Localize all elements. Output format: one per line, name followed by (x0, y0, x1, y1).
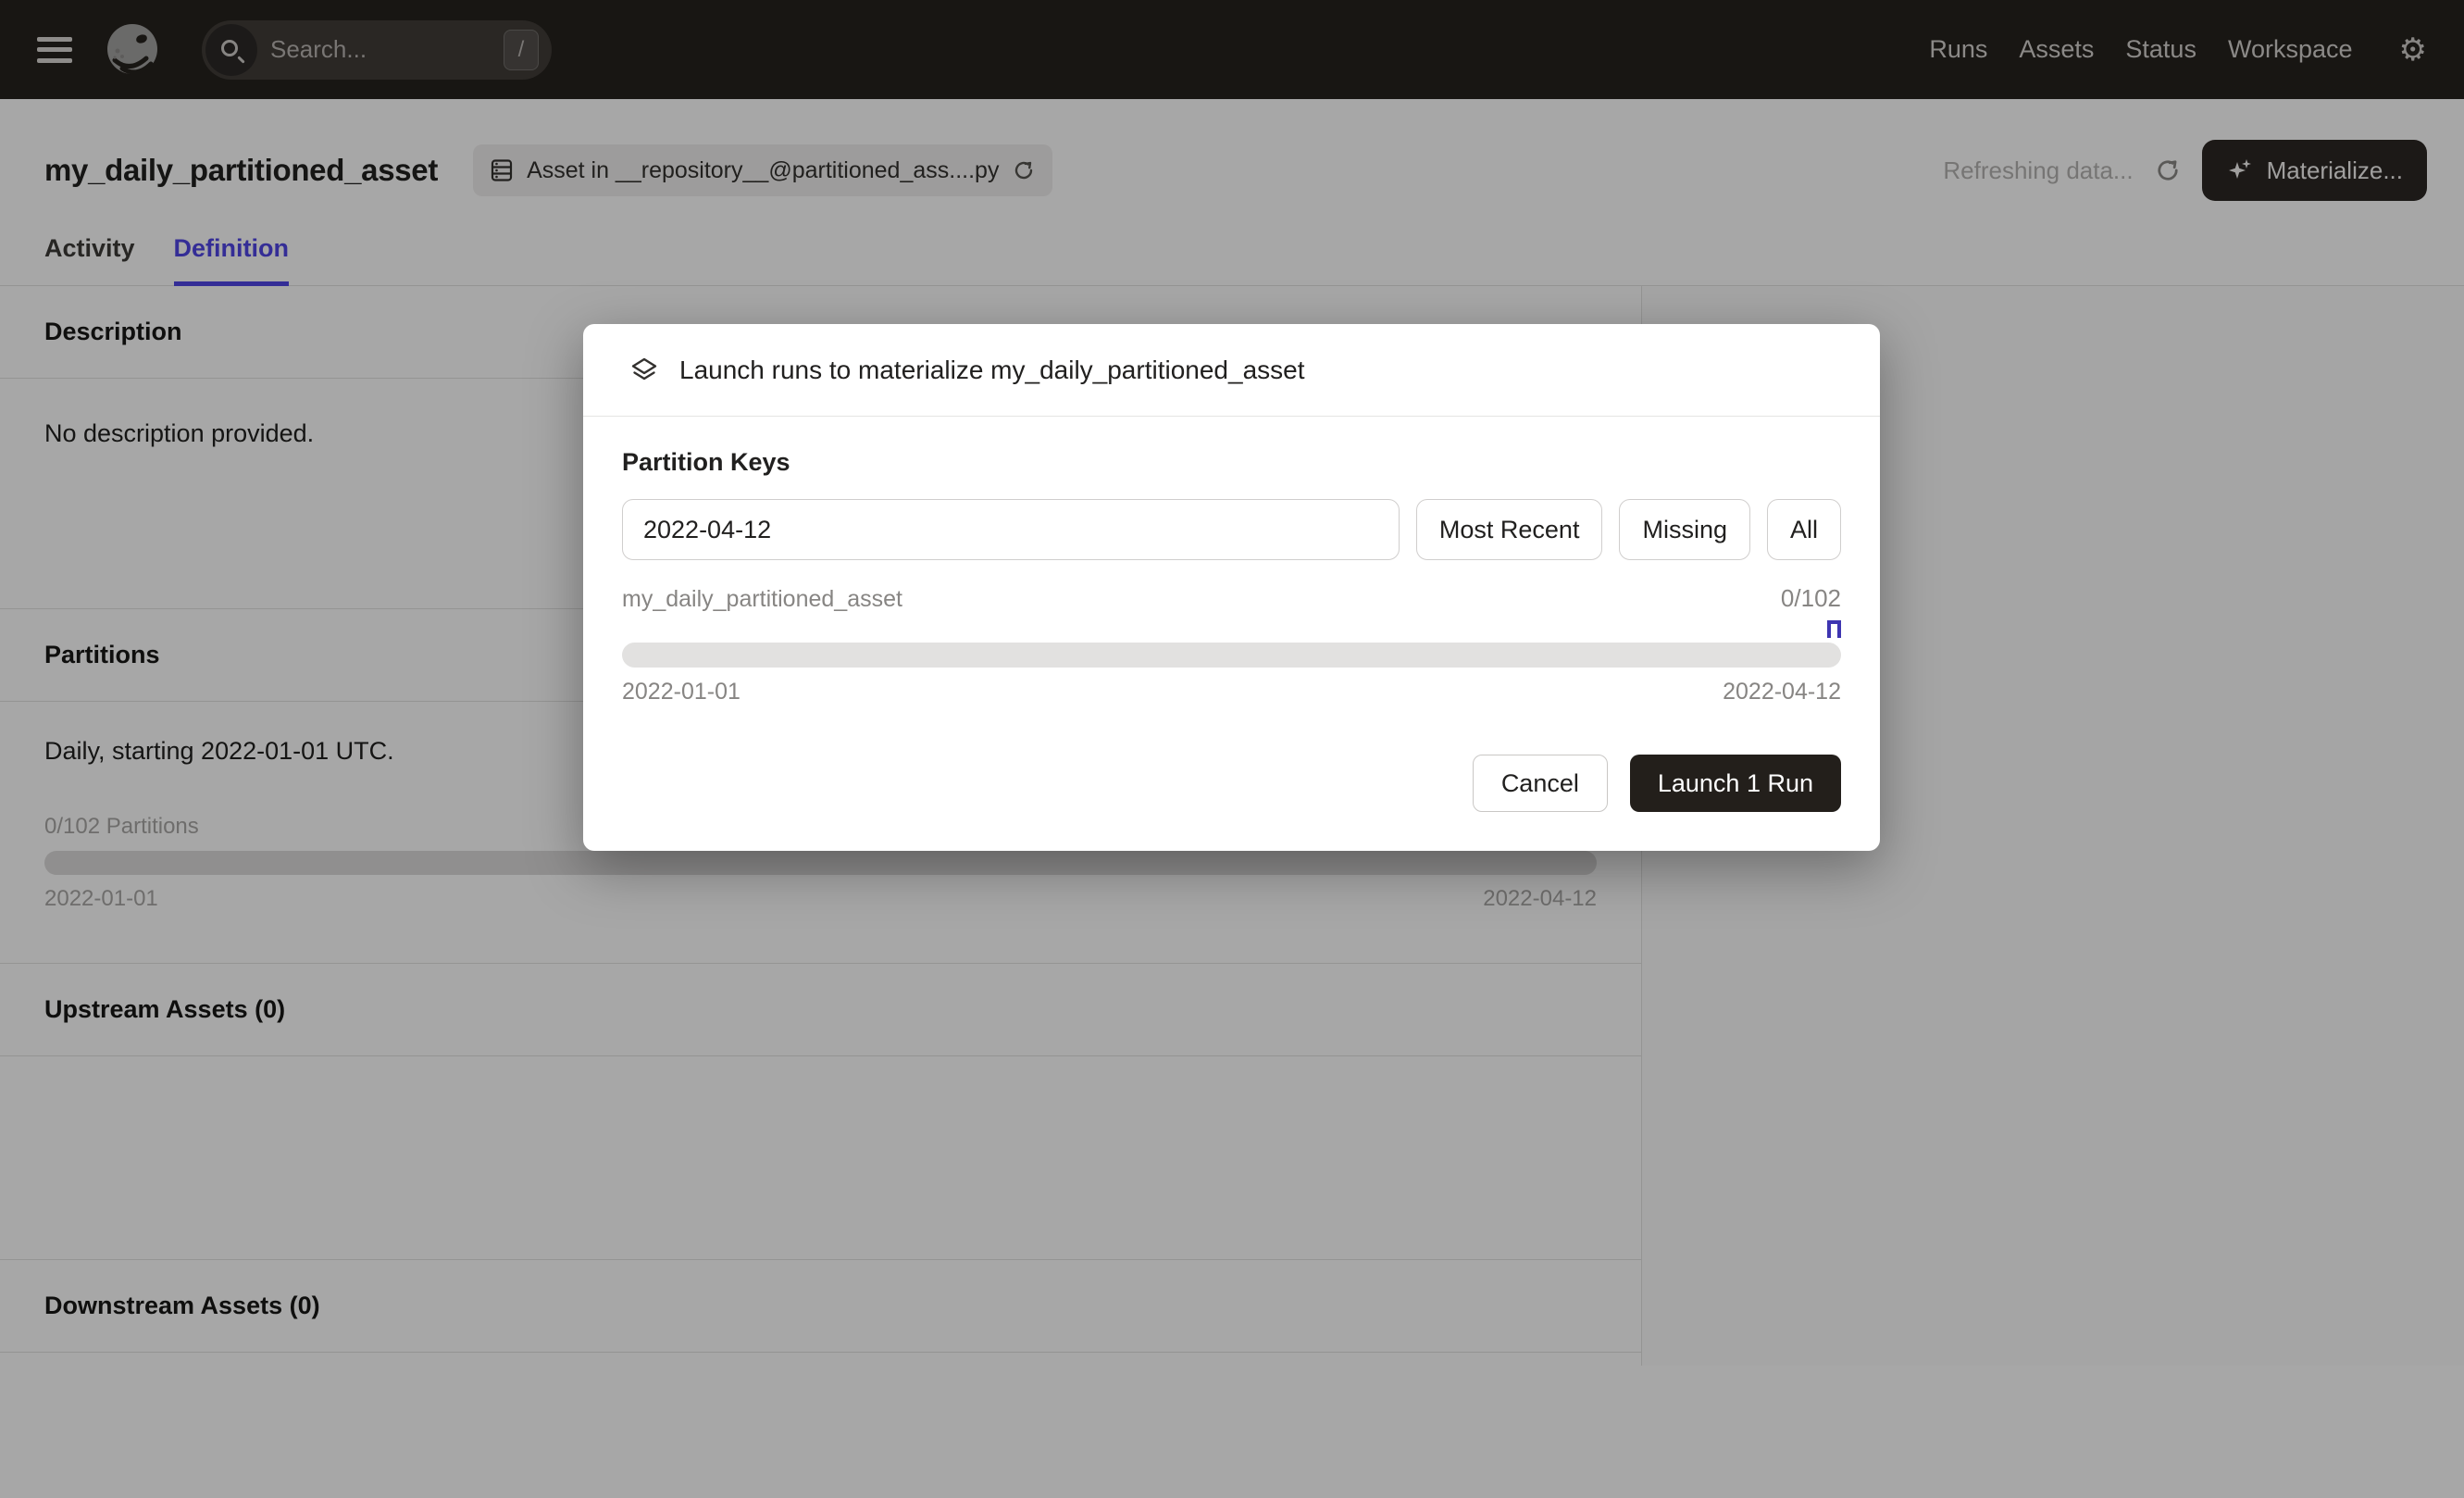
selected-partition-marker (1827, 620, 1841, 638)
partition-keys-input[interactable] (622, 499, 1400, 560)
modal-progress-count: 0/102 (1781, 584, 1841, 613)
dialog-title: Launch runs to materialize my_daily_part… (679, 356, 1305, 385)
all-button[interactable]: All (1767, 499, 1841, 560)
asset-layers-icon (629, 356, 659, 385)
dialog-body: Partition Keys Most Recent Missing All m… (583, 417, 1880, 705)
dagster-app-window: / Runs Assets Status Workspace ⚙ my_dail… (0, 0, 2464, 1498)
dialog-header: Launch runs to materialize my_daily_part… (583, 324, 1880, 417)
dialog-footer: Cancel Launch 1 Run (583, 755, 1880, 851)
modal-range-start: 2022-01-01 (622, 679, 740, 705)
modal-partition-progress-bar[interactable] (622, 643, 1841, 668)
selection-marker-row (622, 620, 1841, 639)
cancel-button[interactable]: Cancel (1473, 755, 1608, 812)
launch-run-button[interactable]: Launch 1 Run (1630, 755, 1841, 812)
partition-keys-label: Partition Keys (622, 448, 1841, 477)
modal-asset-name: my_daily_partitioned_asset (622, 586, 902, 613)
most-recent-button[interactable]: Most Recent (1416, 499, 1603, 560)
launch-runs-dialog: Launch runs to materialize my_daily_part… (583, 324, 1880, 851)
modal-range-end: 2022-04-12 (1723, 679, 1841, 705)
missing-button[interactable]: Missing (1619, 499, 1750, 560)
